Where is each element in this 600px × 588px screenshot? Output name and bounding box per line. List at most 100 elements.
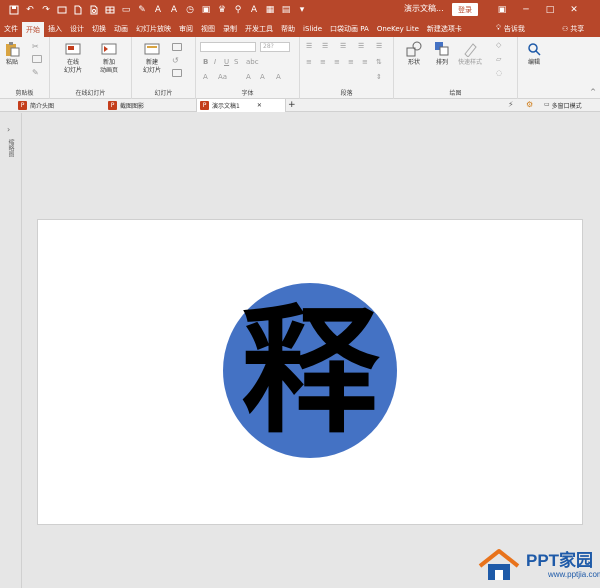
increase-indent-icon[interactable]: ☰: [358, 42, 364, 50]
reset-icon[interactable]: ↺: [172, 56, 182, 65]
copy-icon[interactable]: [32, 55, 42, 63]
print-preview-icon[interactable]: [86, 3, 102, 17]
start-presentation-icon[interactable]: [54, 3, 70, 17]
text-box-icon[interactable]: A: [246, 3, 262, 17]
tab-1[interactable]: 开始: [22, 22, 44, 37]
picture-icon[interactable]: ▣: [198, 3, 214, 17]
save-icon[interactable]: [6, 3, 22, 17]
clear-format-icon[interactable]: A: [276, 73, 281, 81]
bullets-icon[interactable]: ☰: [306, 42, 312, 50]
tab-2[interactable]: 插入: [44, 20, 66, 37]
font-name-box[interactable]: [200, 42, 256, 52]
screenshot-icon[interactable]: ▦: [262, 3, 278, 17]
tab-10[interactable]: 开发工具: [241, 20, 277, 37]
blue-circle-shape[interactable]: 释: [223, 283, 397, 458]
section-icon[interactable]: [172, 69, 182, 77]
share-button[interactable]: ⚇ 共享: [562, 20, 584, 37]
tab-4[interactable]: 切换: [88, 20, 110, 37]
decrease-font-icon[interactable]: A: [260, 73, 265, 81]
shapes-button[interactable]: 形状: [406, 41, 422, 67]
paste-button[interactable]: 粘贴: [4, 41, 20, 67]
login-button[interactable]: 登录: [452, 3, 478, 16]
tab-14[interactable]: OneKey Lite: [373, 20, 423, 37]
collapse-ribbon-icon[interactable]: ^: [590, 88, 596, 96]
doc-tab[interactable]: P 简介头图: [18, 99, 54, 112]
align-text-icon[interactable]: ⇕: [376, 73, 382, 81]
document-tabs-bar: P 简介头图 P 截图图影 P 演示文稿1 ✕ + ⚡︎ ⚙ ▭ 多窗口模式: [0, 99, 600, 112]
shape-fill-icon[interactable]: ◇: [496, 41, 501, 49]
cut-icon[interactable]: ✂: [32, 42, 42, 51]
tab-3[interactable]: 设计: [66, 20, 88, 37]
underline-icon[interactable]: U: [224, 58, 229, 66]
tab-0[interactable]: 文件: [0, 20, 22, 37]
close-tab-icon[interactable]: ✕: [257, 102, 262, 109]
slide-glyph[interactable]: 释: [241, 301, 379, 440]
tab-12[interactable]: iSlide: [299, 20, 326, 37]
shadow-icon[interactable]: S: [234, 58, 238, 66]
online-slides-button[interactable]: 在线 幻灯片: [60, 41, 86, 75]
ribbon-display-options-icon[interactable]: ▣: [492, 0, 512, 20]
align-right-icon[interactable]: ≡: [334, 58, 340, 66]
text-direction-icon[interactable]: ⇅: [376, 58, 382, 66]
link-icon[interactable]: ⚲: [230, 3, 246, 17]
thumbnail-pane-collapsed[interactable]: › 缩略图: [0, 113, 22, 588]
tab-5[interactable]: 动画: [110, 20, 132, 37]
tab-15[interactable]: 新建选项卡: [423, 20, 466, 37]
expand-pane-icon[interactable]: ›: [7, 125, 10, 134]
doc-tab-active[interactable]: P 演示文稿1 ✕: [196, 99, 286, 112]
new-tab-icon[interactable]: +: [288, 100, 296, 110]
tab-9[interactable]: 录制: [219, 20, 241, 37]
decrease-indent-icon[interactable]: ☰: [340, 42, 346, 50]
undo-icon[interactable]: ↶: [22, 3, 38, 17]
clock-icon[interactable]: ◷: [182, 3, 198, 17]
close-icon[interactable]: ✕: [564, 0, 584, 20]
font-size-box[interactable]: 28?: [260, 42, 290, 52]
settings-icon[interactable]: ⚙: [526, 100, 533, 109]
strikethrough-icon[interactable]: abc: [246, 58, 259, 66]
maximize-icon[interactable]: □: [540, 0, 560, 20]
comment-icon[interactable]: ▤: [278, 3, 294, 17]
editing-button[interactable]: 编辑: [526, 41, 542, 67]
new-file-icon[interactable]: [70, 3, 86, 17]
redo-icon[interactable]: ↷: [38, 3, 54, 17]
add-animation-page-button[interactable]: 新加 动画页: [94, 41, 124, 75]
pin-icon[interactable]: ⚡︎: [508, 100, 514, 109]
doc-tab[interactable]: P 截图图影: [108, 99, 144, 112]
line-spacing-icon[interactable]: ☰: [376, 42, 382, 50]
arrange-button[interactable]: 排列: [434, 41, 450, 67]
customize-qat-icon[interactable]: ▾: [294, 3, 310, 17]
shape-effects-icon[interactable]: ◌: [496, 69, 502, 77]
align-center-icon[interactable]: ≡: [320, 58, 326, 66]
distributed-icon[interactable]: ≡: [362, 58, 368, 66]
minimize-icon[interactable]: ─: [516, 0, 536, 20]
font-color-icon[interactable]: A: [150, 3, 166, 17]
increase-font-icon[interactable]: A: [246, 73, 251, 81]
format-painter-icon[interactable]: ✎: [32, 68, 42, 77]
shape-icon[interactable]: ▭: [118, 3, 134, 17]
tell-me-label: 告诉我: [503, 24, 525, 33]
font-color-icon[interactable]: A: [203, 73, 208, 81]
tab-13[interactable]: 口袋动画 PA: [326, 20, 373, 37]
layout-icon[interactable]: [172, 43, 182, 51]
shape-outline-icon[interactable]: ▱: [496, 55, 501, 63]
quick-styles-button[interactable]: 快速样式: [458, 41, 482, 67]
new-slide-button[interactable]: 新建 幻灯片: [138, 41, 166, 75]
slide-canvas[interactable]: 释: [37, 219, 583, 525]
tell-me-box[interactable]: 💡︎ 告诉我: [496, 20, 525, 37]
justify-icon[interactable]: ≡: [348, 58, 354, 66]
powerpoint-icon: P: [200, 101, 209, 110]
multi-window-button[interactable]: ▭ 多窗口模式: [544, 101, 582, 110]
tab-6[interactable]: 幻灯片放映: [132, 20, 175, 37]
align-left-icon[interactable]: ≡: [306, 58, 312, 66]
italic-icon[interactable]: I: [214, 58, 216, 66]
format-painter-icon[interactable]: ✎: [134, 3, 150, 17]
change-case-icon[interactable]: Aa: [218, 73, 227, 81]
numbering-icon[interactable]: ☰: [322, 42, 328, 50]
tab-11[interactable]: 帮助: [277, 20, 299, 37]
table-icon[interactable]: [102, 3, 118, 17]
bold-icon[interactable]: B: [203, 58, 208, 66]
font-size-icon[interactable]: A: [166, 3, 182, 17]
tab-7[interactable]: 审阅: [175, 20, 197, 37]
crown-icon[interactable]: ♛: [214, 3, 230, 17]
tab-8[interactable]: 视图: [197, 20, 219, 37]
